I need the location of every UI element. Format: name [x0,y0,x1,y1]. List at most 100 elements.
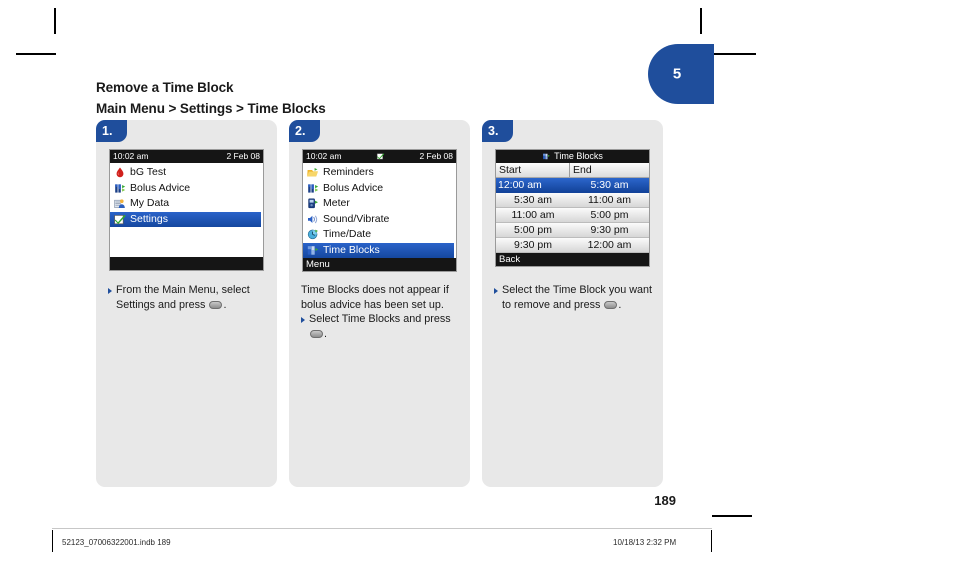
menu-item-label: Bolus Advice [323,181,384,194]
menu-item-time-date[interactable]: Time/Date [303,227,456,243]
device-screen-time-blocks: Time Blocks Start End 12:00 am 5:30 am 5… [495,149,650,267]
menu-item-label: My Data [130,197,170,209]
menu-item-label: Reminders [323,166,374,178]
table-row[interactable]: 5:30 am 11:00 am [496,193,649,208]
cell-end: 9:30 pm [590,224,629,236]
device-screen-main-menu: 10:02 am 2 Feb 08 bG Test Bolus Advice M… [109,149,264,271]
crop-mark-bottom-right-h [712,515,752,517]
menu-item-label: bG Test [130,166,166,178]
bolus-advice-icon [113,182,127,195]
status-bar: 10:02 am 2 Feb 08 [110,150,263,163]
step-panel-1: 1. 10:02 am 2 Feb 08 bG Test Bolus Advic… [96,120,277,487]
ok-button-glyph [209,300,223,309]
caption-bullet: Select Time Blocks and press . [301,312,461,341]
menu-item-label: Time Blocks [323,243,380,256]
menu-list: Reminders Bolus Advice Meter Sound/Vibra… [303,163,456,258]
footer-rule [52,528,712,529]
steps-container: 1. 10:02 am 2 Feb 08 bG Test Bolus Advic… [96,120,676,487]
reminders-icon [306,166,320,179]
meter-icon [306,197,320,210]
cell-end: 12:00 am [587,239,632,251]
crop-mark-top-right-h [714,53,756,55]
caption-bullet: From the Main Menu, select Settings and … [108,283,268,312]
caption-text: Select Time Blocks and press [309,313,451,325]
cell-start: 11:00 am [511,209,555,221]
ok-button-glyph [310,329,323,338]
time-blocks-icon [542,152,551,161]
crop-mark-top-right-v [700,8,702,34]
blood-drop-icon [113,166,127,179]
footer-timestamp: 10/18/13 2:32 PM [613,538,677,547]
table-row[interactable]: 9:30 pm 12:00 am [496,238,649,253]
cell-start: 9:30 pm [514,239,552,251]
heading-block: Remove a Time Block Main Menu > Settings… [96,79,596,118]
caption-bullet: Select the Time Block you want to remove… [494,283,654,312]
softkey-bar [110,257,263,270]
menu-item-label: Settings [130,212,168,225]
ok-button-glyph [604,300,618,309]
step-badge-2: 2. [289,120,320,142]
menu-item-bolus-advice[interactable]: Bolus Advice [110,181,263,197]
table-row[interactable]: 12:00 am 5:30 am [496,178,649,193]
device-screen-settings-menu: 10:02 am 2 Feb 08 Reminders Bolus Advice… [302,149,457,272]
softkey-bar: Menu [303,258,456,271]
step-badge-1: 1. [96,120,127,142]
cell-start: 5:00 pm [514,224,552,236]
crop-mark-top-left-h [16,53,56,55]
status-date: 2 Feb 08 [419,151,454,161]
cell-end: 5:30 am [590,179,629,191]
sound-vibrate-icon [306,213,320,226]
time-blocks-icon [306,244,320,257]
menu-item-meter[interactable]: Meter [303,196,456,212]
chapter-tab-number: 5 [672,65,682,83]
status-bar: 10:02 am 2 Feb 08 [303,150,456,163]
caption-note: Time Blocks does not appear if bolus adv… [301,284,449,311]
table-row[interactable]: 5:00 pm 9:30 pm [496,223,649,238]
caption-text: From the Main Menu, select Settings and … [116,284,250,311]
menu-item-reminders[interactable]: Reminders [303,165,456,181]
status-date: 2 Feb 08 [226,151,260,161]
menu-item-settings[interactable]: Settings [110,211,261,227]
my-data-icon [113,197,127,210]
cell-end: 5:00 pm [590,209,629,221]
menu-item-label: Bolus Advice [130,181,191,194]
column-header-end: End [573,164,592,176]
menu-item-my-data[interactable]: My Data [110,196,263,212]
page-number: 189 [654,493,676,508]
cell-start: 5:30 am [514,194,552,206]
column-header-start: Start [496,163,570,177]
menu-item-label: Meter [323,197,350,209]
screen-title-bar: Time Blocks [496,150,649,163]
step-caption-1: From the Main Menu, select Settings and … [108,283,268,312]
menu-blank-area [110,227,263,257]
status-time: 10:02 am [306,151,342,161]
crop-mark-top-left-v [54,8,56,34]
menu-item-sound-vibrate[interactable]: Sound/Vibrate [303,212,456,228]
caption-text: Select the Time Block you want to remove… [502,284,653,311]
breadcrumb: Main Menu > Settings > Time Blocks [96,101,326,116]
step-badge-3: 3. [482,120,513,142]
footer-tick-right [711,530,712,552]
menu-item-time-blocks[interactable]: Time Blocks [303,242,454,258]
settings-check-icon [113,213,127,226]
menu-item-bolus-advice[interactable]: Bolus Advice [303,181,456,197]
cell-end: 11:00 am [588,194,631,206]
menu-list: bG Test Bolus Advice My Data Settings [110,163,263,257]
bolus-advice-icon [306,182,320,195]
menu-item-label: Time/Date [323,228,372,240]
screen-title-label: Time Blocks [554,151,603,161]
settings-check-icon [376,152,385,161]
time-date-icon [306,228,320,241]
table-row[interactable]: 11:00 am 5:00 pm [496,208,649,223]
menu-item-bg-test[interactable]: bG Test [110,165,263,181]
menu-item-label: Sound/Vibrate [323,212,390,225]
step-panel-2: 2. 10:02 am 2 Feb 08 Reminders Bolus Adv… [289,120,470,487]
table-header: Start End [496,163,649,178]
step-caption-3: Select the Time Block you want to remove… [494,283,654,312]
cell-start: 12:00 am [498,179,542,191]
footer-tick-left [52,530,53,552]
footer-filename: 52123_07006322001.indb 189 [62,538,171,547]
page-title: Remove a Time Block [96,80,234,95]
status-time: 10:02 am [113,151,149,161]
step-caption-2: Time Blocks does not appear if bolus adv… [301,283,461,341]
